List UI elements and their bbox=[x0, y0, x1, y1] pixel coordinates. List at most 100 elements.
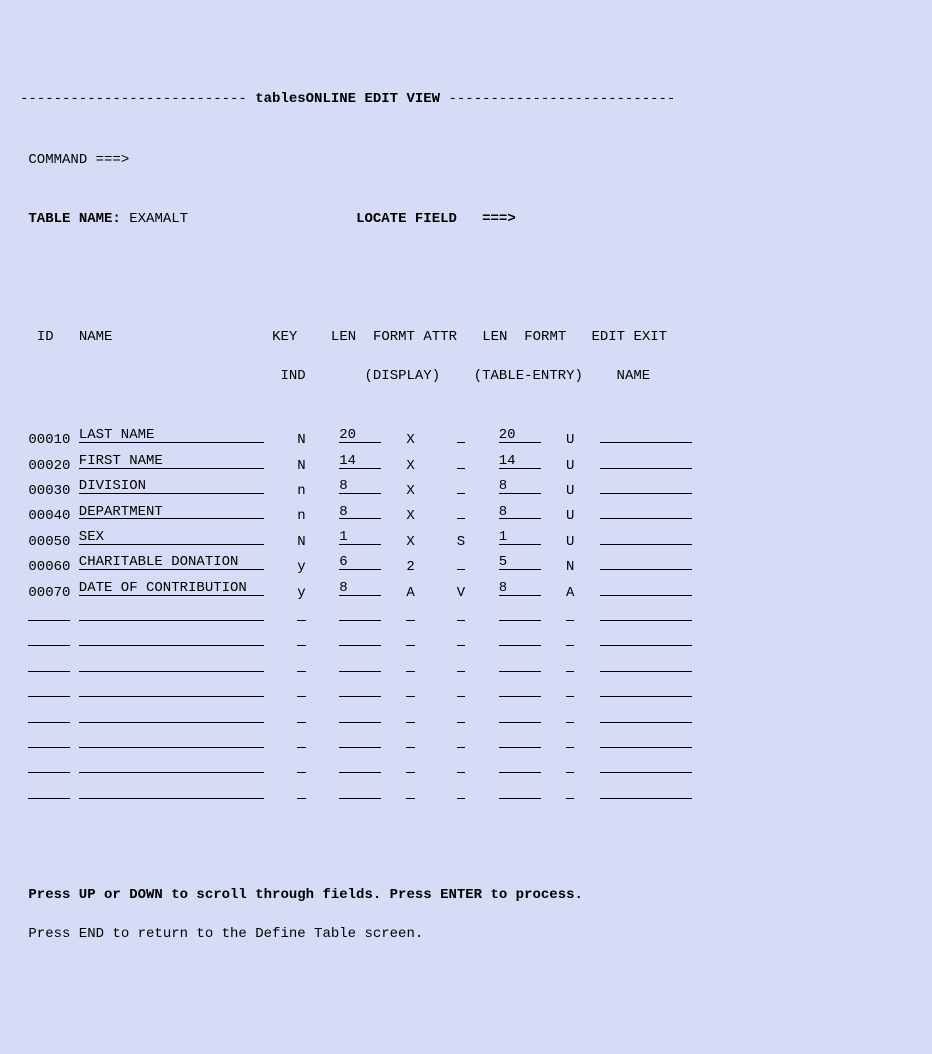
len-display-cell[interactable]: 8 bbox=[339, 477, 381, 494]
id-cell[interactable]: 00070 bbox=[28, 584, 70, 604]
key-cell[interactable] bbox=[297, 706, 305, 723]
edit-exit-cell[interactable] bbox=[600, 680, 692, 697]
key-cell[interactable]: n bbox=[297, 507, 305, 527]
len-display-cell[interactable] bbox=[339, 782, 381, 799]
len-display-cell[interactable]: 14 bbox=[339, 452, 381, 469]
formt-display-cell[interactable]: X bbox=[406, 457, 414, 477]
id-cell[interactable] bbox=[28, 782, 70, 799]
len-table-cell[interactable] bbox=[499, 680, 541, 697]
len-display-cell[interactable] bbox=[339, 731, 381, 748]
formt-table-cell[interactable] bbox=[566, 630, 574, 647]
formt-table-cell[interactable] bbox=[566, 680, 574, 697]
formt-table-cell[interactable]: U bbox=[566, 457, 574, 477]
formt-display-cell[interactable] bbox=[406, 680, 414, 697]
name-cell[interactable]: DIVISION bbox=[79, 477, 264, 494]
id-cell[interactable] bbox=[28, 680, 70, 697]
formt-table-cell[interactable]: N bbox=[566, 558, 574, 578]
len-table-cell[interactable] bbox=[499, 731, 541, 748]
attr-cell[interactable]: S bbox=[457, 533, 465, 553]
formt-display-cell[interactable]: X bbox=[406, 431, 414, 451]
len-display-cell[interactable]: 6 bbox=[339, 553, 381, 570]
name-cell[interactable] bbox=[79, 604, 264, 621]
name-cell[interactable] bbox=[79, 630, 264, 647]
edit-exit-cell[interactable] bbox=[600, 782, 692, 799]
name-cell[interactable]: DATE OF CONTRIBUTION bbox=[79, 579, 264, 596]
edit-exit-cell[interactable] bbox=[600, 503, 692, 520]
id-cell[interactable]: 00060 bbox=[28, 558, 70, 578]
name-cell[interactable]: FIRST NAME bbox=[79, 452, 264, 469]
key-cell[interactable] bbox=[297, 604, 305, 621]
key-cell[interactable] bbox=[297, 680, 305, 697]
name-cell[interactable] bbox=[79, 706, 264, 723]
len-table-cell[interactable]: 20 bbox=[499, 426, 541, 443]
len-display-cell[interactable] bbox=[339, 604, 381, 621]
formt-table-cell[interactable] bbox=[566, 604, 574, 621]
name-cell[interactable] bbox=[79, 655, 264, 672]
key-cell[interactable] bbox=[297, 630, 305, 647]
formt-table-cell[interactable]: U bbox=[566, 533, 574, 553]
key-cell[interactable]: y bbox=[297, 584, 305, 604]
key-cell[interactable]: N bbox=[297, 431, 305, 451]
key-cell[interactable] bbox=[297, 655, 305, 672]
len-display-cell[interactable] bbox=[339, 655, 381, 672]
len-table-cell[interactable]: 5 bbox=[499, 553, 541, 570]
key-cell[interactable]: N bbox=[297, 533, 305, 553]
key-cell[interactable] bbox=[297, 782, 305, 799]
edit-exit-cell[interactable] bbox=[600, 426, 692, 443]
len-table-cell[interactable] bbox=[499, 706, 541, 723]
len-table-cell[interactable] bbox=[499, 604, 541, 621]
formt-display-cell[interactable] bbox=[406, 782, 414, 799]
len-table-cell[interactable]: 14 bbox=[499, 452, 541, 469]
id-cell[interactable]: 00050 bbox=[28, 533, 70, 553]
id-cell[interactable] bbox=[28, 731, 70, 748]
attr-cell[interactable] bbox=[457, 680, 465, 697]
attr-cell[interactable] bbox=[457, 452, 465, 469]
attr-cell[interactable] bbox=[457, 706, 465, 723]
len-table-cell[interactable]: 8 bbox=[499, 477, 541, 494]
edit-exit-cell[interactable] bbox=[600, 477, 692, 494]
id-cell[interactable]: 00040 bbox=[28, 507, 70, 527]
len-display-cell[interactable] bbox=[339, 680, 381, 697]
formt-display-cell[interactable] bbox=[406, 630, 414, 647]
attr-cell[interactable] bbox=[457, 731, 465, 748]
id-cell[interactable]: 00020 bbox=[28, 457, 70, 477]
key-cell[interactable] bbox=[297, 731, 305, 748]
attr-cell[interactable] bbox=[457, 630, 465, 647]
formt-display-cell[interactable]: X bbox=[406, 482, 414, 502]
attr-cell[interactable] bbox=[457, 604, 465, 621]
id-cell[interactable]: 00010 bbox=[28, 431, 70, 451]
len-display-cell[interactable]: 1 bbox=[339, 528, 381, 545]
id-cell[interactable] bbox=[28, 757, 70, 774]
id-cell[interactable] bbox=[28, 630, 70, 647]
formt-display-cell[interactable]: A bbox=[406, 584, 414, 604]
id-cell[interactable] bbox=[28, 706, 70, 723]
attr-cell[interactable] bbox=[457, 477, 465, 494]
attr-cell[interactable] bbox=[457, 503, 465, 520]
name-cell[interactable] bbox=[79, 782, 264, 799]
name-cell[interactable]: LAST NAME bbox=[79, 426, 264, 443]
id-cell[interactable]: 00030 bbox=[28, 482, 70, 502]
len-table-cell[interactable] bbox=[499, 757, 541, 774]
len-display-cell[interactable] bbox=[339, 706, 381, 723]
edit-exit-cell[interactable] bbox=[600, 604, 692, 621]
len-display-cell[interactable]: 20 bbox=[339, 426, 381, 443]
formt-table-cell[interactable]: U bbox=[566, 482, 574, 502]
formt-display-cell[interactable] bbox=[406, 604, 414, 621]
edit-exit-cell[interactable] bbox=[600, 630, 692, 647]
formt-display-cell[interactable] bbox=[406, 706, 414, 723]
id-cell[interactable] bbox=[28, 655, 70, 672]
formt-table-cell[interactable]: U bbox=[566, 507, 574, 527]
len-table-cell[interactable]: 1 bbox=[499, 528, 541, 545]
name-cell[interactable]: SEX bbox=[79, 528, 264, 545]
name-cell[interactable] bbox=[79, 731, 264, 748]
formt-display-cell[interactable]: 2 bbox=[406, 558, 414, 578]
len-table-cell[interactable]: 8 bbox=[499, 579, 541, 596]
len-display-cell[interactable] bbox=[339, 630, 381, 647]
attr-cell[interactable]: V bbox=[457, 584, 465, 604]
len-display-cell[interactable]: 8 bbox=[339, 503, 381, 520]
key-cell[interactable]: y bbox=[297, 558, 305, 578]
key-cell[interactable]: N bbox=[297, 457, 305, 477]
attr-cell[interactable] bbox=[457, 782, 465, 799]
formt-display-cell[interactable]: X bbox=[406, 533, 414, 553]
formt-table-cell[interactable] bbox=[566, 731, 574, 748]
